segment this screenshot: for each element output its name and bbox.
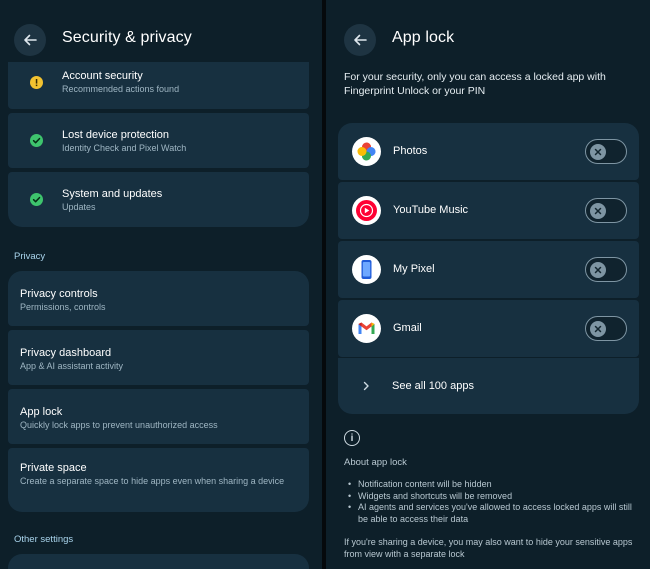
- see-all-apps-button[interactable]: See all 100 apps: [338, 358, 639, 414]
- other-settings-item[interactable]: [8, 554, 309, 569]
- item-subtitle: Quickly lock apps to prevent unauthorize…: [20, 420, 218, 430]
- youtube-music-icon: [352, 196, 381, 225]
- privacy-section-label: Privacy: [14, 251, 46, 262]
- item-title: Account security: [62, 70, 143, 82]
- check-circle-icon: [30, 134, 43, 147]
- app-lock-screen: App lock For your security, only you can…: [326, 0, 650, 569]
- item-subtitle: Permissions, controls: [20, 302, 106, 312]
- privacy-dashboard-item[interactable]: Privacy dashboard App & AI assistant act…: [8, 330, 309, 385]
- about-title: About app lock: [344, 457, 407, 468]
- check-circle-icon: [30, 193, 43, 206]
- app-name: Gmail: [393, 322, 422, 334]
- other-settings-section-label: Other settings: [14, 534, 74, 545]
- my-pixel-icon: [352, 255, 381, 284]
- close-icon: [590, 143, 606, 160]
- item-subtitle: App & AI assistant activity: [20, 361, 124, 371]
- account-security-item[interactable]: Account security Recommended actions fou…: [8, 62, 309, 109]
- app-lock-item[interactable]: App lock Quickly lock apps to prevent un…: [8, 389, 309, 444]
- chevron-right-icon: [363, 381, 369, 391]
- see-all-label: See all 100 apps: [392, 380, 474, 392]
- lock-toggle-youtube-music[interactable]: [585, 198, 627, 223]
- item-subtitle: Recommended actions found: [62, 84, 180, 94]
- close-icon: [590, 202, 606, 219]
- item-title: Lost device protection: [62, 129, 170, 141]
- about-bullet-list: Notification content will be hidden Widg…: [346, 479, 642, 525]
- private-space-item[interactable]: Private space Create a separate space to…: [8, 448, 309, 512]
- item-title: App lock: [20, 406, 63, 418]
- page-title: Security & privacy: [62, 29, 192, 46]
- item-subtitle: Updates: [62, 202, 96, 212]
- privacy-controls-item[interactable]: Privacy controls Permissions, controls: [8, 271, 309, 326]
- security-privacy-screen: Security & privacy Account security Reco…: [0, 0, 322, 569]
- system-updates-item[interactable]: System and updates Updates: [8, 172, 309, 227]
- app-row-my-pixel[interactable]: My Pixel: [338, 241, 639, 298]
- list-item: Notification content will be hidden: [346, 479, 642, 491]
- app-row-photos[interactable]: Photos: [338, 123, 639, 180]
- warning-icon: [30, 76, 43, 89]
- photos-icon: [352, 137, 381, 166]
- lock-toggle-photos[interactable]: [585, 139, 627, 164]
- item-subtitle: Identity Check and Pixel Watch: [62, 143, 187, 153]
- info-icon: i: [344, 430, 360, 446]
- lost-device-protection-item[interactable]: Lost device protection Identity Check an…: [8, 113, 309, 168]
- app-lock-description: For your security, only you can access a…: [344, 71, 606, 97]
- app-name: Photos: [393, 145, 428, 157]
- back-button[interactable]: [14, 24, 46, 56]
- arrow-left-icon: [24, 34, 37, 46]
- app-name: My Pixel: [393, 263, 435, 275]
- list-item: Widgets and shortcuts will be removed: [346, 491, 642, 503]
- close-icon: [590, 261, 606, 278]
- item-title: Privacy controls: [20, 288, 98, 300]
- item-title: Privacy dashboard: [20, 347, 112, 359]
- app-row-youtube-music[interactable]: YouTube Music: [338, 182, 639, 239]
- item-subtitle: Create a separate space to hide apps eve…: [20, 476, 285, 486]
- lock-toggle-gmail[interactable]: [585, 316, 627, 341]
- back-button[interactable]: [344, 24, 376, 56]
- arrow-left-icon: [354, 34, 367, 46]
- page-title: App lock: [392, 29, 455, 46]
- lock-toggle-my-pixel[interactable]: [585, 257, 627, 282]
- sharing-device-note: If you're sharing a device, you may also…: [344, 537, 633, 559]
- item-title: Private space: [20, 462, 87, 474]
- gmail-icon: [352, 314, 381, 343]
- app-name: YouTube Music: [393, 204, 469, 216]
- close-icon: [590, 320, 606, 337]
- list-item: AI agents and services you've allowed to…: [346, 502, 642, 525]
- app-row-gmail[interactable]: Gmail: [338, 300, 639, 357]
- item-title: System and updates: [62, 188, 163, 200]
